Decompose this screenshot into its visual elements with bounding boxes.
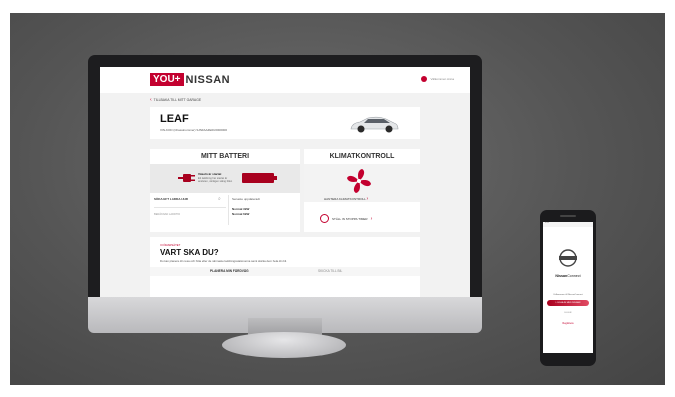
divider xyxy=(154,207,226,208)
car-name: LEAF xyxy=(160,113,189,125)
battery-level-icon xyxy=(242,173,277,183)
avatar-icon xyxy=(421,76,428,82)
nissan-logo-icon xyxy=(559,249,577,267)
phone-screen: 9:41 NissanConnect Välkommen till Nissan… xyxy=(543,222,593,353)
car-image-icon xyxy=(350,116,399,133)
last-updated-label: Senaste uppdateradt xyxy=(232,197,260,201)
login-button[interactable]: LOGGA IN MED NISSAN xyxy=(547,300,589,306)
battery-status-heading: Växeln är startat xyxy=(198,172,222,176)
you-plus-badge: YOU+ xyxy=(150,73,184,86)
tab-send-to-car[interactable]: SKICKA TILL BIL xyxy=(318,269,342,273)
battery-status-detail: Ett laddning har startat är ansluten, vä… xyxy=(198,177,233,183)
clock-icon xyxy=(320,214,329,223)
set-timer-link[interactable]: STÄLL IN STOPPA TIMER › xyxy=(320,214,372,223)
smartphone: 9:41 NissanConnect Välkommen till Nissan… xyxy=(540,210,596,366)
car-card: LEAF VIN-KOD (Chassinummer) SJNFAAZE0U00… xyxy=(150,107,420,139)
monitor-bezel: YOU+ NISSAN Välkommen Anna ‹ TILLBAKA TIL… xyxy=(88,55,482,297)
account-label: Välkommen Anna xyxy=(430,77,454,81)
chevron-right-icon: › xyxy=(370,215,373,222)
set-timer-label: STÄLL IN STOPPA TIMER xyxy=(332,216,368,221)
battery-card: MITT BATTERI Växeln är startat Ett laddn… xyxy=(150,149,300,232)
manage-climate-link[interactable]: HANTERA KLIMATKONTROLL › xyxy=(324,196,368,202)
or-separator: ELLER xyxy=(564,312,572,314)
destination-subtitle: Du kan planera din resa och hitta efter … xyxy=(160,259,287,263)
destination-title: VART SKA DU? xyxy=(160,248,219,257)
charge-mode-normal-2: Normal 6kW xyxy=(232,212,250,216)
phone-speaker xyxy=(560,215,576,217)
nissan-wordmark: NISSAN xyxy=(185,73,231,86)
vin-text: VIN-KOD (Chassinummer) SJNFAAZE0U0000000 xyxy=(160,128,228,132)
chevron-right-icon: › xyxy=(366,196,369,202)
plug-icon xyxy=(178,174,195,182)
brand-light: Connect xyxy=(567,274,581,278)
welcome-text: Välkommen till NissanConnect xyxy=(553,294,583,296)
nissanconnect-brand: NissanConnect xyxy=(543,274,593,278)
brand-bold: Nissan xyxy=(555,274,568,278)
manage-climate-label: HANTERA KLIMATKONTROLL xyxy=(324,197,366,201)
divider xyxy=(228,195,229,225)
phone-status-bar: 9:41 xyxy=(543,222,593,227)
destination-card: I FÖRARSÄTET VART SKA DU? Du kan planera… xyxy=(150,237,420,297)
you-plus-nissan-logo[interactable]: YOU+ NISSAN xyxy=(150,73,230,86)
charger-search-label[interactable]: SÖKA EFT LADDA-UHR xyxy=(154,197,224,201)
battery-status-band: Växeln är startat Ett laddning har start… xyxy=(150,164,300,193)
battery-title: MITT BATTERI xyxy=(150,149,300,165)
top-navigation-bar: YOU+ NISSAN Välkommen Anna xyxy=(100,67,470,93)
back-link-label: TILLBAKA TILL MITT GARAGE xyxy=(153,98,202,102)
search-icon[interactable]: ⌕ xyxy=(218,196,221,202)
climate-card: KLIMATKONTROLL HANTERA KLIMATKONTROLL › … xyxy=(304,149,420,232)
back-to-garage-link[interactable]: ‹ TILLBAKA TILL MITT GARAGE xyxy=(150,97,201,103)
destination-label: I FÖRARSÄTET xyxy=(160,243,181,247)
chevron-left-icon: ‹ xyxy=(150,97,152,103)
destination-tabs: PLANERA MIN FÄRDVÄG SKICKA TILL BIL xyxy=(150,267,420,276)
charge-time-label: BERÄKNAD LADDTID xyxy=(154,213,181,216)
account-menu[interactable]: Välkommen Anna xyxy=(421,76,454,82)
desktop-monitor: YOU+ NISSAN Välkommen Anna ‹ TILLBAKA TIL… xyxy=(88,55,482,333)
monitor-stand-base xyxy=(222,332,346,358)
tab-plan-route[interactable]: PLANERA MIN FÄRDVÄG xyxy=(210,269,249,273)
monitor-screen: YOU+ NISSAN Välkommen Anna ‹ TILLBAKA TIL… xyxy=(100,67,470,297)
climate-title: KLIMATKONTROLL xyxy=(304,149,420,165)
fan-icon xyxy=(347,169,371,193)
charge-mode-normal-1: Normal 3kW xyxy=(232,207,250,211)
register-link[interactable]: Registrera xyxy=(543,322,593,325)
